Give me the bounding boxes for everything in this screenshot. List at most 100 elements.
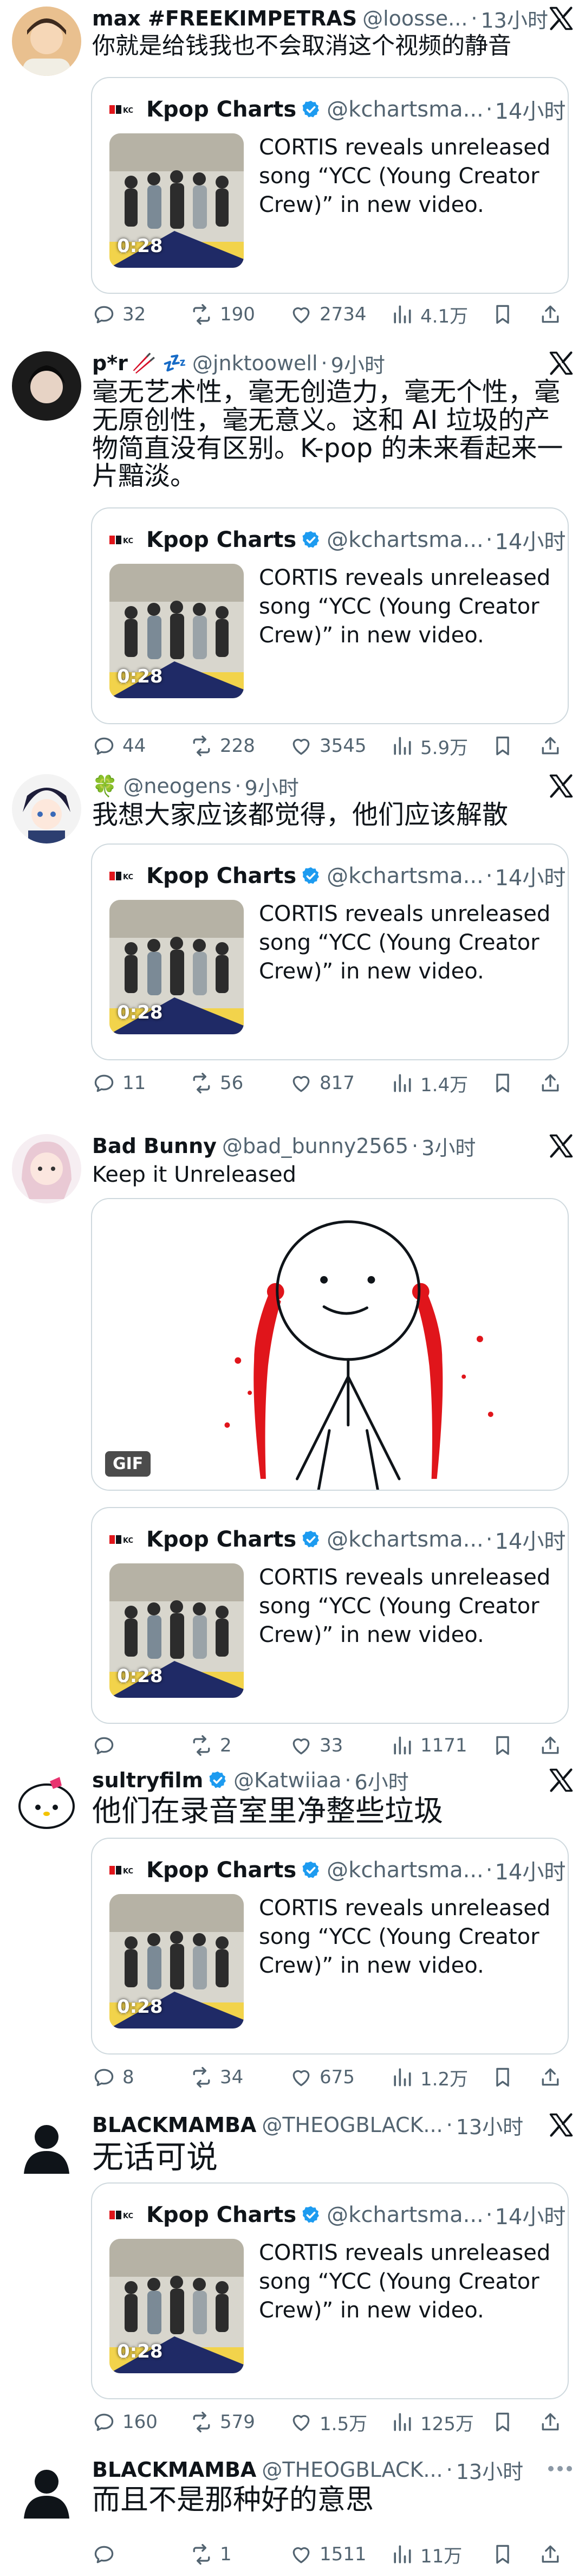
- reply-button[interactable]: [92, 2538, 122, 2571]
- display-name[interactable]: max #FREEKIMPETRAS: [92, 7, 357, 30]
- bookmark-icon[interactable]: [491, 2410, 515, 2434]
- avatar[interactable]: [12, 7, 81, 76]
- quoted-tweet[interactable]: Kpop Charts @kchartsma... · 14小时 0:28 CO…: [91, 843, 569, 1060]
- reply-button[interactable]: 160: [92, 2406, 158, 2438]
- like-button[interactable]: 2734: [289, 298, 367, 331]
- tweet[interactable]: BLACKMAMBA @THEOGBLACK... · 13小时 无话可说 Kp…: [0, 2107, 585, 2448]
- like-icon: [289, 1734, 313, 1757]
- user-handle[interactable]: @neogens: [123, 774, 231, 798]
- user-handle[interactable]: @Katwiiaa: [233, 1768, 341, 1792]
- tweet[interactable]: BLACKMAMBA @THEOGBLACK... · 13小时 而且不是那种好…: [0, 2451, 585, 2576]
- retweet-button[interactable]: 56: [190, 1067, 243, 1099]
- tweet[interactable]: 🍀 @neogens · 9小时 我想大家应该都觉得，他们应该解散 Kpop C…: [0, 768, 585, 1104]
- bookmark-icon[interactable]: [491, 2542, 515, 2566]
- more-icon[interactable]: [546, 2457, 574, 2481]
- share-icon[interactable]: [538, 302, 562, 326]
- views-button[interactable]: 11万: [390, 2538, 462, 2571]
- timestamp[interactable]: 6小时: [354, 1766, 408, 1795]
- views-button[interactable]: 5.9万: [390, 730, 468, 762]
- timestamp[interactable]: 9小时: [331, 349, 385, 378]
- reply-button[interactable]: 32: [92, 298, 146, 331]
- share-icon[interactable]: [538, 734, 562, 758]
- reply-button[interactable]: 11: [92, 1067, 146, 1099]
- avatar[interactable]: [12, 351, 81, 421]
- share-icon[interactable]: [538, 1071, 562, 1095]
- timestamp[interactable]: 13小时: [481, 4, 548, 34]
- like-button[interactable]: 33: [289, 1729, 343, 1762]
- video-thumbnail[interactable]: 0:28: [109, 2239, 244, 2373]
- quoted-tweet[interactable]: Kpop Charts @kchartsma... · 14小时 0:28 CO…: [91, 2182, 569, 2399]
- timestamp[interactable]: 13小时: [456, 2455, 523, 2485]
- quote-display-name: Kpop Charts: [146, 527, 297, 552]
- avatar[interactable]: [12, 2458, 81, 2527]
- timestamp[interactable]: 3小时: [421, 1131, 476, 1161]
- tweet[interactable]: max #FREEKIMPETRAS @loosse... · 13小时 你就是…: [0, 0, 585, 347]
- reply-button[interactable]: 8: [92, 2061, 134, 2094]
- like-button[interactable]: 675: [289, 2061, 355, 2094]
- retweet-button[interactable]: 34: [190, 2061, 243, 2094]
- share-icon[interactable]: [538, 2065, 562, 2089]
- timestamp[interactable]: 13小时: [456, 2110, 523, 2140]
- views-button[interactable]: 4.1万: [390, 298, 468, 331]
- avatar[interactable]: [12, 1134, 81, 1203]
- quoted-tweet[interactable]: Kpop Charts @kchartsma... · 14小时 0:28 CO…: [91, 1507, 569, 1724]
- like-button[interactable]: 3545: [289, 730, 367, 762]
- tweet[interactable]: p*r 🥢 💤 @jnktoowell · 9小时 毫无艺术性，毫无创造力，毫无…: [0, 345, 585, 768]
- reply-button[interactable]: [92, 1729, 122, 1762]
- tweet[interactable]: sultryfilm @Katwiiaa · 6小时 他们在录音室里净整些垃圾 …: [0, 1762, 585, 2098]
- avatar[interactable]: [12, 2113, 81, 2182]
- user-handle[interactable]: @THEOGBLACK...: [262, 2113, 443, 2137]
- like-button[interactable]: 1.5万: [289, 2406, 367, 2438]
- separator-dot: ·: [344, 1768, 352, 1792]
- display-name[interactable]: p*r: [92, 351, 128, 375]
- bookmark-icon[interactable]: [491, 1734, 515, 1757]
- views-button[interactable]: 1171: [390, 1729, 467, 1762]
- views-button[interactable]: 125万: [390, 2406, 474, 2438]
- video-thumbnail[interactable]: 0:28: [109, 564, 244, 698]
- timestamp[interactable]: 9小时: [245, 771, 299, 801]
- bookmark-icon[interactable]: [491, 302, 515, 326]
- gif-media[interactable]: GIF: [91, 1198, 569, 1491]
- bookmark-icon[interactable]: [491, 734, 515, 758]
- video-thumbnail[interactable]: 0:28: [109, 1563, 244, 1698]
- bookmark-icon[interactable]: [491, 1071, 515, 1095]
- share-icon[interactable]: [538, 2542, 562, 2566]
- quote-handle: @kchartsma...: [327, 864, 484, 888]
- user-handle[interactable]: @THEOGBLACK...: [262, 2458, 443, 2482]
- user-handle[interactable]: @loosse...: [362, 7, 467, 30]
- bookmark-icon[interactable]: [491, 2065, 515, 2089]
- avatar[interactable]: [12, 774, 81, 843]
- reply-button[interactable]: 44: [92, 730, 146, 762]
- share-icon[interactable]: [538, 2410, 562, 2434]
- views-icon: [390, 2542, 414, 2566]
- retweet-button[interactable]: 190: [190, 298, 255, 331]
- video-thumbnail[interactable]: 0:28: [109, 133, 244, 268]
- display-name[interactable]: sultryfilm: [92, 1768, 203, 1792]
- display-name[interactable]: 🍀: [92, 774, 118, 798]
- retweet-count: 190: [220, 304, 255, 325]
- views-button[interactable]: 1.4万: [390, 1067, 468, 1099]
- display-name[interactable]: Bad Bunny: [92, 1134, 217, 1158]
- quote-display-name: Kpop Charts: [146, 864, 297, 888]
- user-handle[interactable]: @jnktoowell: [192, 351, 318, 375]
- tweet-text: 我想大家应该都觉得，他们应该解散: [92, 800, 509, 830]
- views-icon: [390, 734, 414, 758]
- views-button[interactable]: 1.2万: [390, 2061, 468, 2094]
- avatar[interactable]: [12, 1768, 81, 1838]
- share-icon[interactable]: [538, 1734, 562, 1757]
- quoted-tweet[interactable]: Kpop Charts @kchartsma... · 14小时 0:28 CO…: [91, 1838, 569, 2055]
- quoted-tweet[interactable]: Kpop Charts @kchartsma... · 14小时 0:28 CO…: [91, 507, 569, 724]
- retweet-button[interactable]: 1: [190, 2538, 232, 2571]
- user-handle[interactable]: @bad_bunny2565: [222, 1134, 408, 1158]
- quoted-tweet[interactable]: Kpop Charts @kchartsma... · 14小时 0:28 CO…: [91, 77, 569, 294]
- retweet-button[interactable]: 2: [190, 1729, 232, 1762]
- tweet[interactable]: Bad Bunny @bad_bunny2565 · 3小时 Keep it U…: [0, 1128, 585, 1756]
- display-name[interactable]: BLACKMAMBA: [92, 2458, 256, 2482]
- like-button[interactable]: 1511: [289, 2538, 367, 2571]
- like-button[interactable]: 817: [289, 1067, 355, 1099]
- retweet-button[interactable]: 228: [190, 730, 255, 762]
- video-thumbnail[interactable]: 0:28: [109, 1894, 244, 2028]
- display-name[interactable]: BLACKMAMBA: [92, 2113, 256, 2137]
- video-thumbnail[interactable]: 0:28: [109, 900, 244, 1034]
- retweet-button[interactable]: 579: [190, 2406, 255, 2438]
